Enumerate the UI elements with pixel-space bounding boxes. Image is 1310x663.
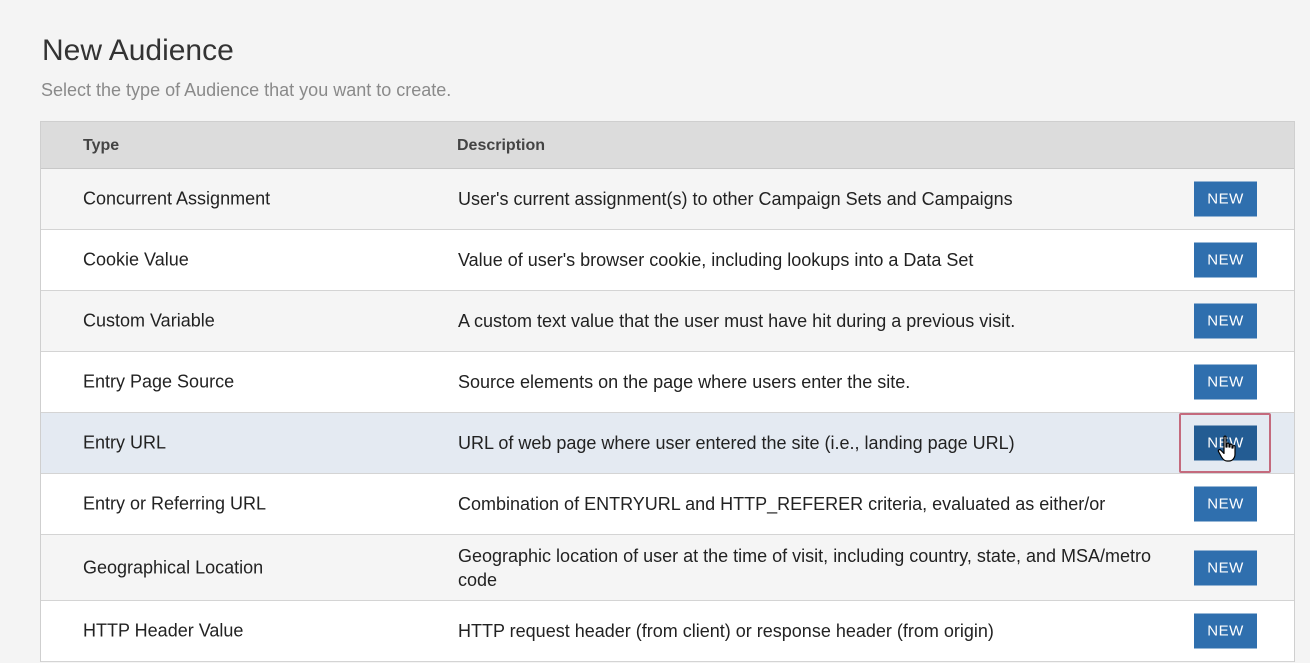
row-type: Cookie Value [83,249,189,270]
page-subtitle: Select the type of Audience that you wan… [41,80,452,100]
row-type: HTTP Header Value [83,620,244,641]
row-description: HTTP request header (from client) or res… [458,621,994,641]
new-http-header-value-button[interactable]: NEW [1194,613,1257,649]
row-type: Entry URL [83,432,167,453]
table-row: Cookie Value Value of user's browser coo… [41,230,1294,291]
row-description: Combination of ENTRYURL and HTTP_REFERER… [458,494,1106,514]
new-custom-variable-button[interactable]: NEW [1194,303,1257,339]
row-description: Value of user's browser cookie, includin… [458,250,974,270]
row-description: A custom text value that the user must h… [458,311,1016,331]
header-type: Type [83,137,120,154]
row-description: Geographic location of user at the time … [458,545,1152,590]
new-concurrent-assignment-button[interactable]: NEW [1194,181,1257,217]
page-title: New Audience [42,34,234,67]
table-row: Entry Page Source Source elements on the… [41,352,1294,413]
new-cookie-value-button[interactable]: NEW [1194,242,1257,278]
row-type: Entry Page Source [83,371,235,392]
table-header: Type Description [41,122,1294,169]
header-description: Description [457,137,546,154]
row-type: Entry or Referring URL [83,493,267,514]
table-row: Custom Variable A custom text value that… [41,291,1294,352]
new-geographical-location-button[interactable]: NEW [1194,550,1257,585]
row-type: Geographical Location [83,557,264,577]
row-type: Custom Variable [83,310,215,331]
table-row: HTTP Header Value HTTP request header (f… [41,601,1294,662]
row-type: Concurrent Assignment [83,188,271,209]
new-entry-or-referring-url-button[interactable]: NEW [1194,486,1257,522]
row-description: URL of web page where user entered the s… [458,433,1015,453]
new-entry-url-button[interactable]: NEW [1194,425,1257,461]
audience-type-table: Type Description Concurrent Assignment U… [40,121,1295,662]
new-entry-page-source-button[interactable]: NEW [1194,364,1257,400]
table-row: Geographical Location Geographic locatio… [41,535,1294,601]
table-row: Concurrent Assignment User's current ass… [41,169,1294,230]
row-description: User's current assignment(s) to other Ca… [458,189,1013,209]
row-description: Source elements on the page where users … [458,372,911,392]
table-row-hovered: Entry URL URL of web page where user ent… [41,413,1294,474]
table-row: Entry or Referring URL Combination of EN… [41,474,1294,535]
